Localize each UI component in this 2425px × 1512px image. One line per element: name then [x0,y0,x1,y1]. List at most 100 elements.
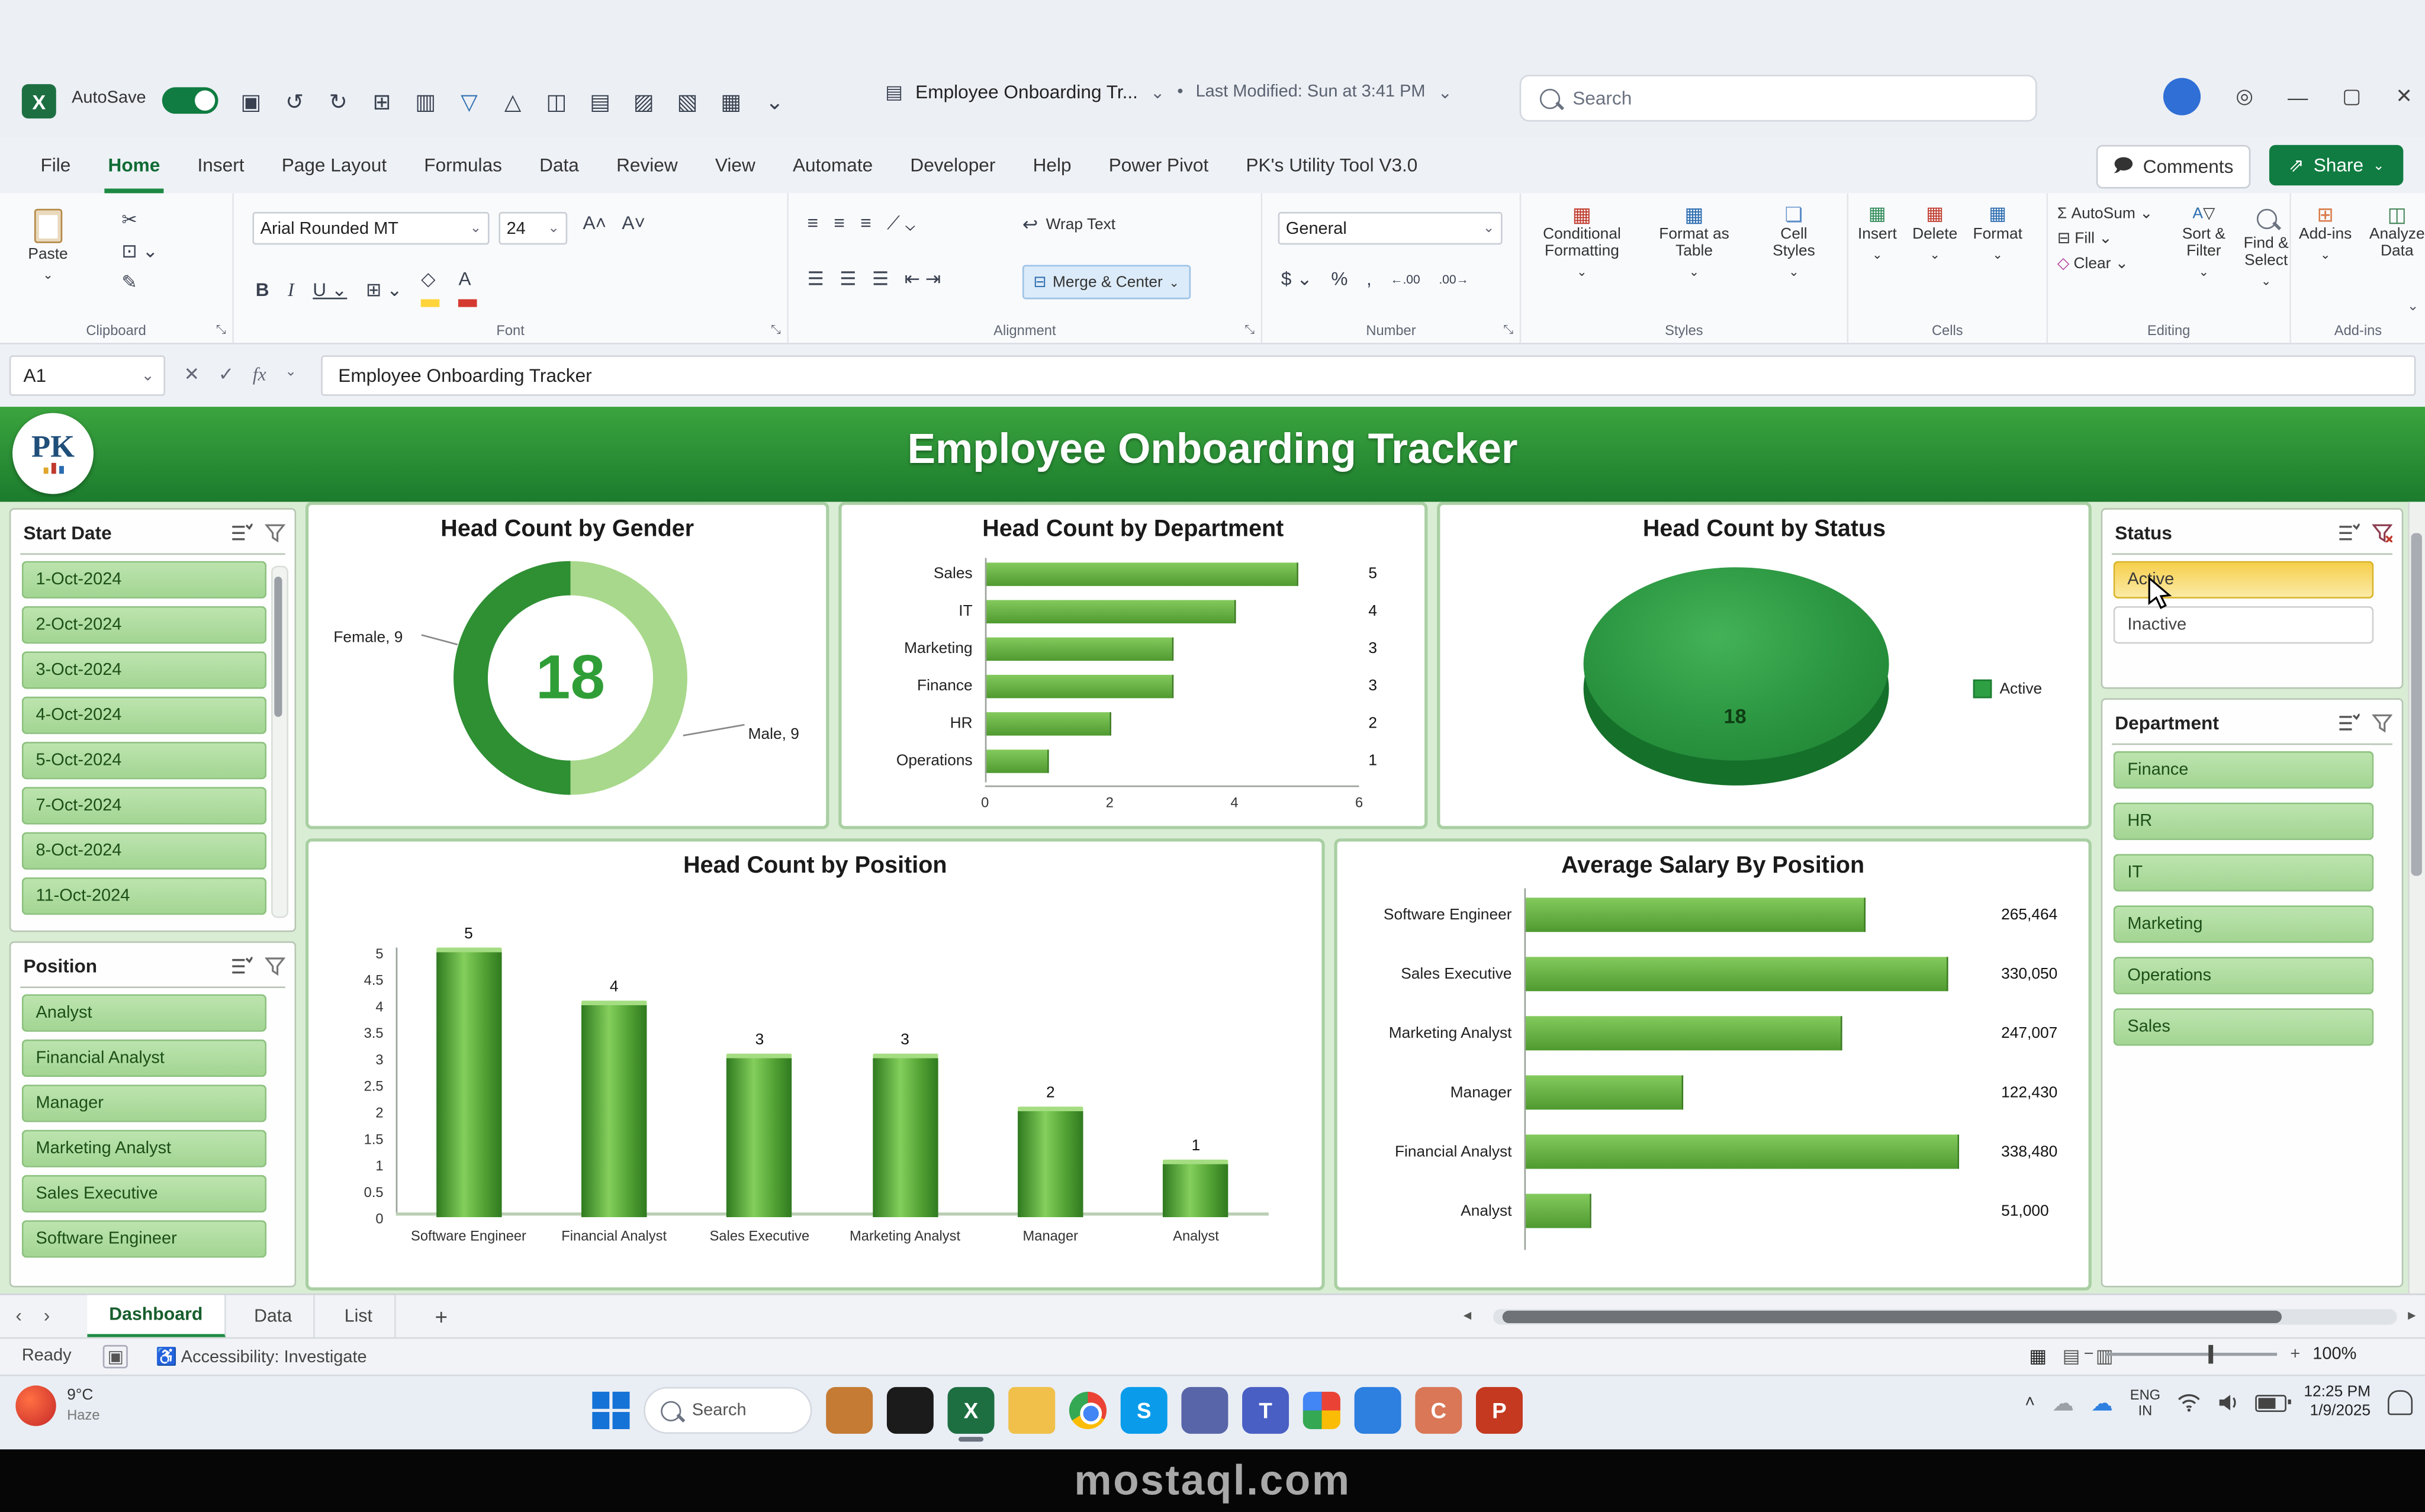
chart-head-count-by-position[interactable]: Head Count by Position 00.511.522.533.54… [305,838,1325,1290]
multi-select-icon[interactable] [231,957,253,976]
indent-icons[interactable]: ⇤ ⇥ [905,268,941,290]
autosum-button[interactable]: Σ AutoSum ⌄ [2057,205,2153,223]
orientation-icon[interactable]: ⟋ ⌄ [887,212,915,235]
bold-button[interactable]: B [256,279,269,301]
scroll-left-icon[interactable]: ◂ [1464,1308,1471,1325]
align-top-icon[interactable]: ≡ [808,212,818,235]
cancel-icon[interactable]: ✕ [184,363,200,386]
slicer-item-5-oct-2024[interactable]: 5-Oct-2024 [22,742,266,779]
notifications-icon[interactable] [2388,1390,2413,1415]
clear-button[interactable]: ◇ Clear ⌄ [2057,256,2153,273]
sheet-tab-dashboard[interactable]: Dashboard [87,1295,226,1339]
columns-icon[interactable]: ▤ [586,88,614,115]
zoom-out-icon[interactable]: − [2084,1345,2094,1364]
file-explorer-icon[interactable] [1008,1387,1055,1434]
onedrive-icon[interactable]: ☁ [2052,1389,2074,1416]
avatar[interactable] [2164,78,2201,115]
share-button[interactable]: ⇗ Share ⌄ [2270,145,2403,185]
slicer-item-hr[interactable]: HR [2114,803,2374,840]
font-color-button[interactable]: A [458,268,477,312]
cloud-icon[interactable]: ☁ [2091,1389,2113,1416]
slicer-item-1-oct-2024[interactable]: 1-Oct-2024 [22,561,266,599]
collapse-ribbon-icon[interactable]: ⌄ [2407,298,2419,315]
ribbon-tab-review[interactable]: Review [597,137,696,194]
search-input[interactable]: Search [1520,75,2037,121]
fx-icon[interactable]: fx [253,363,266,386]
ribbon-tab-formulas[interactable]: Formulas [406,137,521,194]
skype-icon[interactable]: S [1121,1387,1168,1434]
slicer-item-operations[interactable]: Operations [2114,957,2374,994]
ribbon-tab-file[interactable]: File [22,137,89,194]
battery-icon[interactable] [2256,1394,2287,1411]
filter-icon[interactable] [265,957,285,976]
align-center-icon[interactable]: ☰ [840,268,856,290]
sort-filter-button[interactable]: A▽ Sort & Filter⌄ [2179,205,2228,289]
volume-icon[interactable] [2218,1393,2239,1412]
chart-head-count-by-department[interactable]: Head Count by Department Sales5IT4Market… [838,502,1427,829]
ribbon-tab-pk-s-utility-tool-v3-0[interactable]: PK's Utility Tool V3.0 [1227,137,1436,194]
multi-select-icon[interactable] [231,524,253,543]
chevron-down-icon[interactable]: ⌄ [285,363,297,386]
maximize-button[interactable]: ▢ [2342,84,2361,109]
store-icon[interactable] [826,1387,873,1434]
photos-icon[interactable] [1303,1392,1340,1429]
cut-icon[interactable]: ✂ [121,209,158,231]
conditional-formatting-button[interactable]: ▦ Conditional Formatting⌄ [1533,205,1630,280]
chart-head-count-by-status[interactable]: Head Count by Status 18 Active [1437,502,2092,829]
decrease-decimal-icon[interactable]: .00→ [1439,272,1468,286]
fill-color-button[interactable]: ◇ [421,268,440,312]
fill-icon[interactable]: ▨ [630,88,658,115]
add-sheet-button[interactable]: + [413,1295,469,1339]
paste-button[interactable]: Paste⌄ [28,209,67,284]
slicer-item-marketing-analyst[interactable]: Marketing Analyst [22,1130,266,1167]
tray-chevron-icon[interactable]: ˄ [2025,1393,2035,1412]
people-icon[interactable]: ◫ [542,88,570,115]
underline-button[interactable]: U ⌄ [313,279,347,301]
comma-style-icon[interactable]: , [1366,268,1372,290]
start-button[interactable] [592,1392,629,1429]
box-icon[interactable]: ▧ [673,88,701,115]
language-indicator[interactable]: ENGIN [2130,1387,2160,1418]
slicer-item-inactive[interactable]: Inactive [2114,606,2374,644]
dialog-launcher-icon[interactable]: ⤡ [1244,323,1255,338]
slicer-item-manager[interactable]: Manager [22,1085,266,1122]
name-box[interactable]: A1⌄ [9,355,165,395]
slicer-item-3-oct-2024[interactable]: 3-Oct-2024 [22,651,266,689]
powerpoint-icon[interactable]: P [1476,1387,1523,1434]
dialog-launcher-icon[interactable]: ⤡ [1503,323,1513,338]
discord-icon[interactable] [1181,1387,1228,1434]
undo-icon[interactable]: ↺ [281,88,308,115]
weather-widget[interactable]: 9°CHaze [15,1385,99,1426]
increase-decimal-icon[interactable]: ←.00 [1390,272,1420,286]
slicer-item-it[interactable]: IT [2114,854,2374,892]
save-icon[interactable]: ▣ [237,88,265,115]
slicer-item-7-oct-2024[interactable]: 7-Oct-2024 [22,787,266,824]
document-title[interactable]: Employee Onboarding Tr... [915,81,1138,103]
delete-cells-button[interactable]: ▦Delete⌄ [1912,205,1957,263]
slicer-item-software-engineer[interactable]: Software Engineer [22,1220,266,1257]
ribbon-tab-power-pivot[interactable]: Power Pivot [1090,137,1227,194]
comments-button[interactable]: 🗩 Comments [2096,145,2251,189]
dialog-launcher-icon[interactable]: ⤡ [216,323,226,338]
zoom-level[interactable]: 100% [2313,1345,2356,1364]
align-middle-icon[interactable]: ≡ [834,212,844,235]
chevron-down-icon[interactable]: ⌄ [1150,82,1165,102]
multi-select-icon[interactable] [2338,714,2360,733]
normal-view-icon[interactable]: ▦ [2029,1345,2047,1367]
pattern-icon[interactable]: ▦ [717,88,745,115]
sheet-tab-list[interactable]: List [323,1295,395,1339]
sheet-nav-right-icon[interactable]: › [44,1304,50,1326]
slicer-item-4-oct-2024[interactable]: 4-Oct-2024 [22,697,266,734]
slicer-item-8-oct-2024[interactable]: 8-Oct-2024 [22,832,266,870]
analyze-data-button[interactable]: ◫ Analyze Data [2366,205,2425,263]
font-size-select[interactable]: 24⌄ [498,212,567,245]
slicer-scrollbar[interactable] [271,566,288,918]
chart-average-salary-by-position[interactable]: Average Salary By Position Software Engi… [1334,838,2091,1290]
taskbar-search[interactable]: Search [644,1387,812,1434]
book-icon[interactable]: ▥ [411,88,439,115]
slicer-item-sales[interactable]: Sales [2114,1008,2374,1045]
increase-font-icon[interactable]: A˄ [583,212,607,234]
ribbon-tab-insert[interactable]: Insert [179,137,263,194]
ribbon-tab-page-layout[interactable]: Page Layout [263,137,406,194]
merge-center-button[interactable]: ⊟ Merge & Center⌄ [1022,265,1190,300]
